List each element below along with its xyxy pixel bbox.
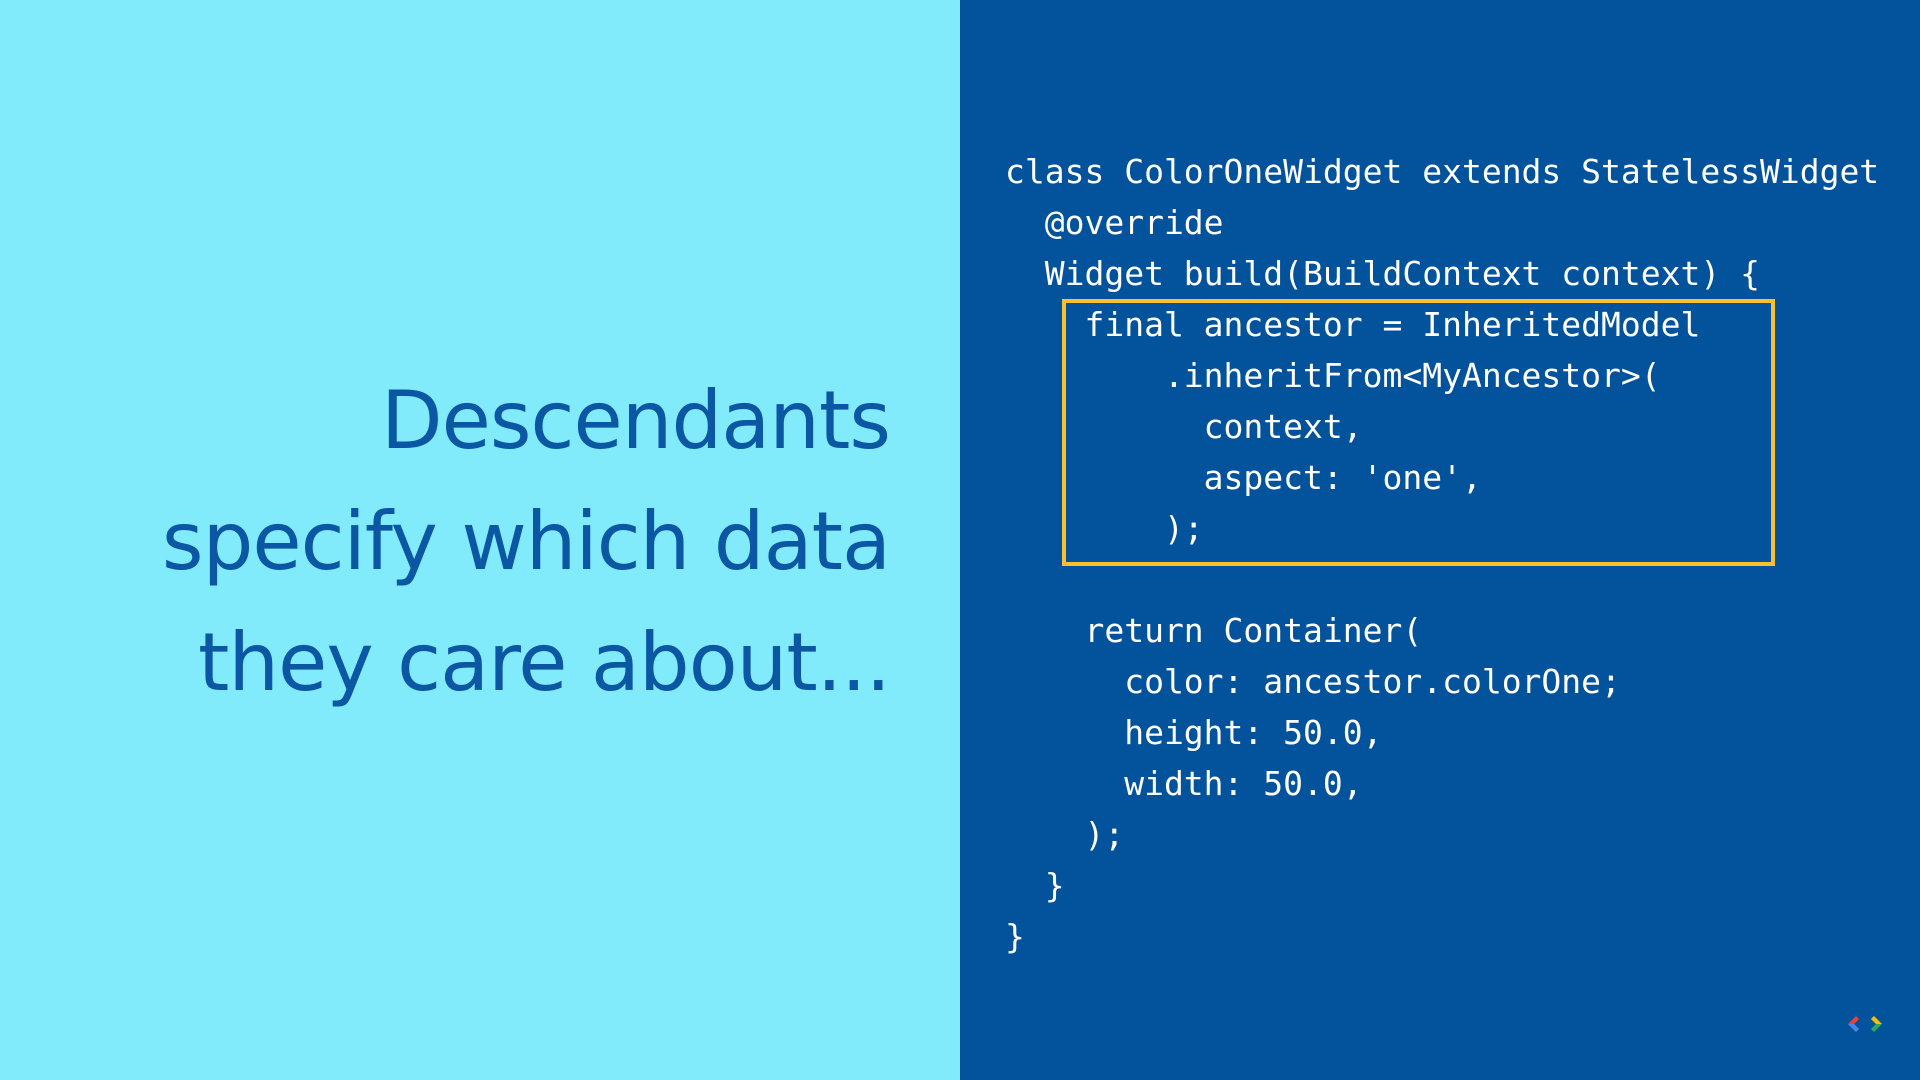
- code-line-11: color: ancestor.colorOne;: [1005, 662, 1621, 701]
- code-line-15: }: [1005, 866, 1065, 905]
- code-line-13: width: 50.0,: [1005, 764, 1363, 803]
- code-brackets-icon: [1848, 1016, 1882, 1032]
- headline-line-1: Descendants: [381, 374, 891, 467]
- code-line-1: class ColorOneWidget extends StatelessWi…: [1005, 152, 1880, 191]
- code-line-2: @override: [1005, 203, 1224, 242]
- code-line-14: );: [1005, 815, 1125, 854]
- code-line-12: height: 50.0,: [1005, 713, 1383, 752]
- code-line-16: }: [1005, 917, 1025, 956]
- code-panel: class ColorOneWidget extends StatelessWi…: [960, 0, 1920, 1080]
- slide-headline: Descendants specify which data they care…: [30, 360, 891, 723]
- code-highlight-box: [1062, 299, 1775, 566]
- code-line-3: Widget build(BuildContext context) {: [1005, 254, 1760, 293]
- headline-line-3: they care about...: [198, 616, 891, 709]
- headline-line-2: specify which data: [161, 495, 891, 588]
- left-panel: Descendants specify which data they care…: [0, 0, 960, 1080]
- code-line-10: return Container(: [1005, 611, 1423, 650]
